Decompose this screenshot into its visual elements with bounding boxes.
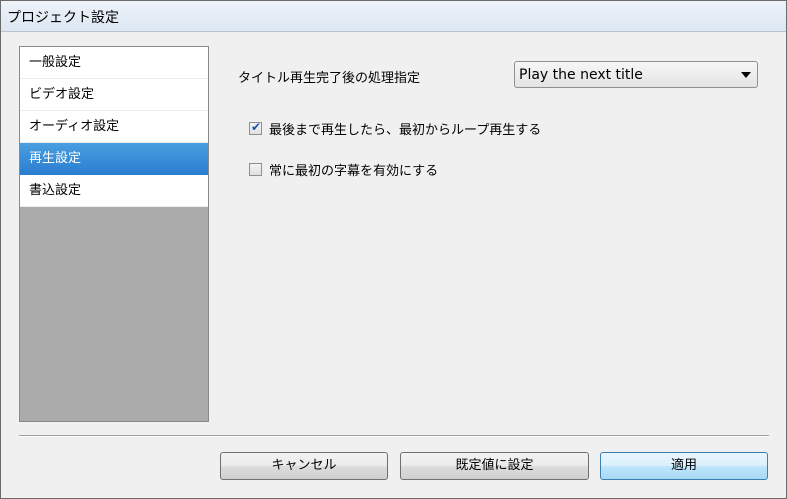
settings-category-list: 一般設定 ビデオ設定 オーディオ設定 再生設定 書込設定 (19, 46, 209, 422)
title-bar[interactable]: プロジェクト設定 (1, 1, 786, 32)
project-settings-dialog: プロジェクト設定 一般設定 ビデオ設定 オーディオ設定 再生設定 書込設定 タイ… (0, 0, 787, 499)
after-title-action-value: Play the next title (519, 67, 643, 83)
footer-divider (19, 435, 769, 437)
apply-button[interactable]: 適用 (600, 452, 768, 480)
loop-playback-label: 最後まで再生したら、最初からループ再生する (269, 123, 542, 138)
after-title-action-label: タイトル再生完了後の処理指定 (238, 71, 421, 86)
after-title-action-select[interactable]: Play the next title (514, 61, 758, 88)
loop-playback-checkbox[interactable]: ✔ (249, 120, 262, 135)
chevron-down-icon (741, 72, 751, 78)
window-title: プロジェクト設定 (7, 10, 119, 26)
sidebar-item-video[interactable]: ビデオ設定 (20, 79, 208, 111)
reset-default-button[interactable]: 既定値に設定 (400, 452, 589, 480)
enable-first-subtitle-checkbox[interactable] (249, 163, 262, 176)
sidebar-item-general[interactable]: 一般設定 (20, 47, 208, 79)
checkmark-icon: ✔ (251, 120, 262, 134)
cancel-button[interactable]: キャンセル (220, 452, 388, 480)
enable-first-subtitle-label: 常に最初の字幕を有効にする (269, 164, 439, 179)
sidebar-item-audio[interactable]: オーディオ設定 (20, 111, 208, 143)
sidebar-item-write[interactable]: 書込設定 (20, 175, 208, 207)
sidebar-item-playback[interactable]: 再生設定 (20, 143, 208, 175)
